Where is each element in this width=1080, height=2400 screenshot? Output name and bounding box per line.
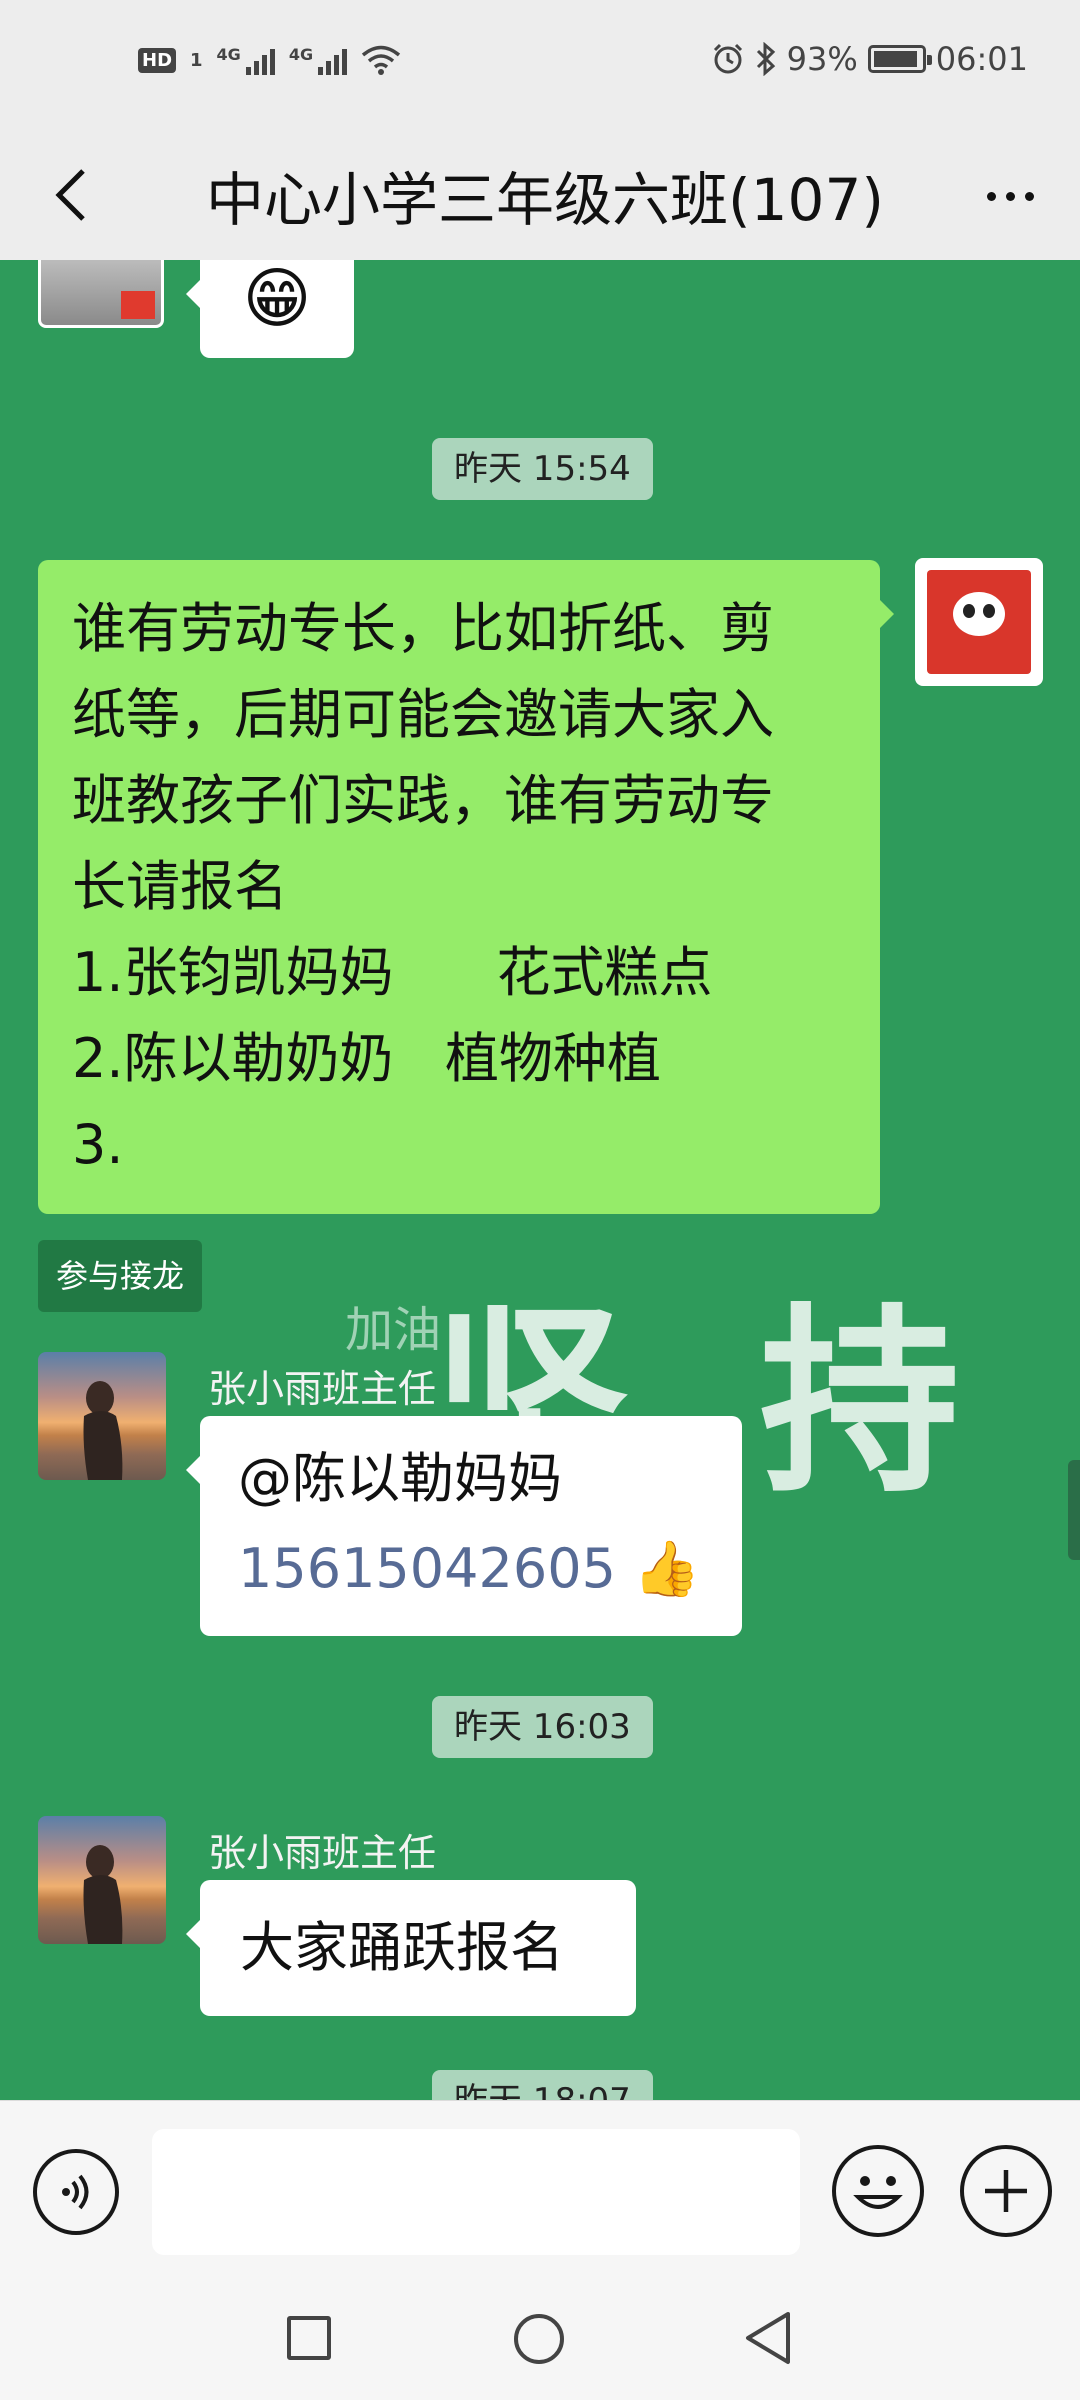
avatar[interactable] xyxy=(38,260,164,328)
message-bubble-incoming[interactable]: @陈以勒妈妈 15615042605 👍 xyxy=(186,1416,742,1636)
battery-percent: 93% xyxy=(786,40,858,78)
plus-button[interactable] xyxy=(960,2145,1052,2237)
sender-name: 张小雨班主任 xyxy=(208,1831,437,1875)
sim-slot: 1 xyxy=(190,49,203,71)
avatar-self[interactable] xyxy=(915,558,1043,686)
sender-name: 张小雨班主任 xyxy=(208,1367,437,1411)
timestamp: 昨天 15:54 xyxy=(432,438,653,500)
signal-1-icon: 4G xyxy=(217,45,275,75)
more-options-button[interactable] xyxy=(970,166,1050,226)
phone-number-link[interactable]: 15615042605 xyxy=(238,1537,616,1600)
message-line: 纸等，后期可能会邀请大家入 xyxy=(72,683,774,746)
wifi-icon xyxy=(361,45,401,75)
message-input[interactable] xyxy=(152,2129,800,2255)
message-line: 3. xyxy=(72,1113,124,1176)
mention-text: @陈以勒妈妈 xyxy=(238,1447,562,1510)
status-right: 93% 06:01 xyxy=(711,40,1028,78)
timestamp: 昨天 16:03 xyxy=(432,1696,653,1758)
flag-icon xyxy=(121,291,155,319)
voice-icon xyxy=(62,2174,89,2210)
chat-title: 中心小学三年级六班(107) xyxy=(206,166,884,234)
input-bar xyxy=(0,2100,1080,2280)
message-line: 2.陈以勒奶奶 植物种植 xyxy=(72,1027,662,1090)
back-arrow-icon xyxy=(55,169,85,221)
voice-button[interactable] xyxy=(33,2149,119,2235)
plus-icon xyxy=(985,2170,1027,2212)
more-dot xyxy=(1005,191,1015,201)
battery-icon xyxy=(867,45,932,73)
recent-apps-icon[interactable] xyxy=(287,2316,331,2360)
more-dot xyxy=(1024,191,1034,201)
status-left: HD 1 4G 4G xyxy=(138,44,401,76)
person-silhouette-icon xyxy=(83,1845,123,1944)
join-chain-button[interactable]: 参与接龙 xyxy=(38,1240,203,1312)
person-silhouette-icon xyxy=(83,1381,123,1480)
bluetooth-icon xyxy=(756,42,775,76)
home-icon[interactable] xyxy=(514,2314,564,2364)
emoji-icon xyxy=(853,2176,903,2209)
clock: 06:01 xyxy=(935,40,1028,78)
message-line: 班教孩子们实践，谁有劳动专 xyxy=(72,769,774,832)
message-bubble-outgoing[interactable]: 谁有劳动专长，比如折纸、剪 纸等，后期可能会邀请大家入 班教孩子们实践，谁有劳动… xyxy=(38,560,894,1214)
panda-avatar-icon xyxy=(927,570,1031,674)
timestamp: 昨天 18:07 xyxy=(432,2070,653,2100)
avatar[interactable] xyxy=(38,1352,166,1480)
signal-2-icon: 4G xyxy=(288,45,348,75)
chat-area[interactable]: 加油 坚 持 😁 昨天 15:54 谁有劳动专长，比如折纸、剪 纸等，后期可能会… xyxy=(0,260,1080,2100)
back-button[interactable] xyxy=(36,160,106,230)
status-bar: HD 1 4G 4G 93% 06:01 xyxy=(0,0,1080,130)
message-bubble-emoji[interactable]: 😁 xyxy=(186,260,354,358)
message-line: 长请报名 xyxy=(72,855,288,918)
scrollbar-thumb[interactable] xyxy=(1068,1460,1080,1560)
hd-badge: HD xyxy=(138,47,177,73)
chat-header: 中心小学三年级六班(107) xyxy=(0,130,1080,260)
message-bubble-incoming[interactable]: 大家踊跃报名 xyxy=(186,1880,636,2016)
grin-emoji-icon: 😁 xyxy=(242,260,312,337)
network-type-1: 4G xyxy=(216,45,241,64)
message-line: 1.张钧凯妈妈 花式糕点 xyxy=(72,941,713,1004)
network-type-2: 4G xyxy=(288,45,314,64)
emoji-button[interactable] xyxy=(832,2145,924,2237)
battery-fill xyxy=(873,51,917,67)
avatar[interactable] xyxy=(38,1816,166,1944)
message-line: 谁有劳动专长，比如折纸、剪 xyxy=(72,597,774,660)
system-nav-bar xyxy=(0,2280,1080,2400)
wallpaper-watermark-small: 加油 xyxy=(345,1302,442,1358)
more-dot xyxy=(986,191,996,201)
thumbs-up-emoji-icon: 👍 xyxy=(633,1537,701,1600)
message-text: 大家踊跃报名 xyxy=(240,1916,564,1979)
alarm-icon xyxy=(713,43,742,74)
nav-back-icon[interactable] xyxy=(742,2310,794,2366)
